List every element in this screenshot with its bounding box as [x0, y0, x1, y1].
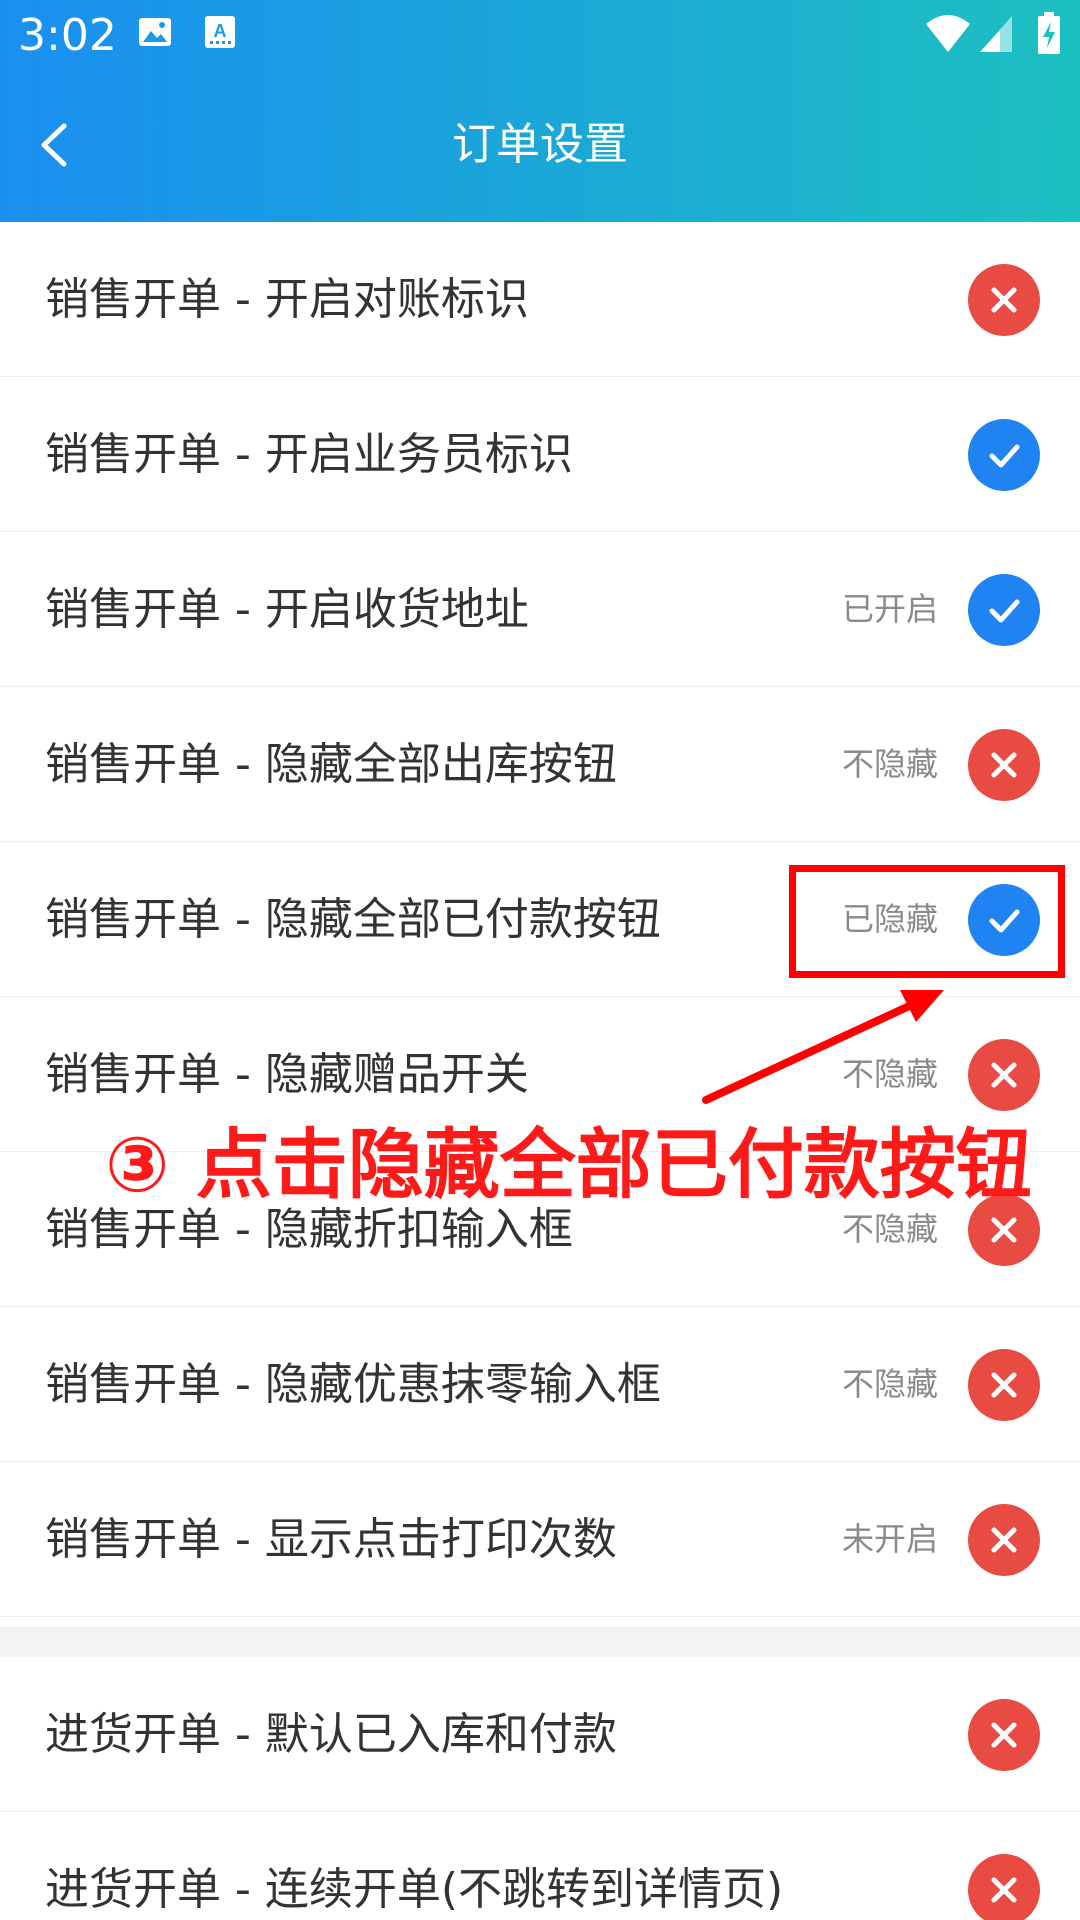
status-time: 3:02	[18, 10, 117, 61]
setting-status-text: 未开启	[841, 1520, 938, 1558]
check-icon	[989, 444, 1020, 468]
sales-setting-row[interactable]: 销售开单 - 隐藏优惠抹零输入框 不隐藏	[0, 1307, 1080, 1462]
signal-icon	[978, 14, 1014, 58]
toggle-off-button[interactable]	[968, 264, 1040, 336]
toggle-off-button[interactable]	[968, 1699, 1040, 1771]
keyboard-a-icon: A	[203, 14, 237, 54]
toggle-on-button[interactable]	[968, 419, 1040, 491]
setting-label: 进货开单 - 默认已入库和付款	[45, 1709, 617, 1760]
close-icon	[991, 752, 1017, 778]
setting-label: 销售开单 - 隐藏优惠抹零输入框	[45, 1359, 661, 1410]
setting-label: 进货开单 - 连续开单(不跳转到详情页)	[45, 1864, 784, 1915]
page-title: 订单设置	[452, 119, 628, 170]
close-icon	[991, 1372, 1017, 1398]
sales-setting-row[interactable]: 销售开单 - 开启收货地址 已开启	[0, 532, 1080, 687]
purchase-settings-list: 进货开单 - 默认已入库和付款进货开单 - 连续开单(不跳转到详情页)	[0, 1657, 1080, 1920]
close-icon	[991, 1877, 1017, 1903]
image-icon	[137, 14, 173, 54]
setting-label: 销售开单 - 隐藏全部已付款按钮	[45, 894, 661, 945]
toggle-on-button[interactable]	[968, 574, 1040, 646]
close-icon	[991, 1217, 1017, 1243]
setting-status-text: 不隐藏	[841, 745, 938, 783]
setting-status-text: 不隐藏	[841, 1365, 938, 1403]
close-icon	[991, 287, 1017, 313]
purchase-setting-row[interactable]: 进货开单 - 连续开单(不跳转到详情页)	[0, 1812, 1080, 1920]
svg-text:A: A	[214, 21, 227, 41]
sales-setting-row[interactable]: 销售开单 - 开启业务员标识	[0, 377, 1080, 532]
toggle-off-button[interactable]	[968, 1349, 1040, 1421]
sales-setting-row[interactable]: 销售开单 - 开启对账标识	[0, 222, 1080, 377]
setting-label: 销售开单 - 开启收货地址	[45, 584, 529, 635]
setting-label: 销售开单 - 开启业务员标识	[45, 429, 573, 480]
setting-label: 销售开单 - 显示点击打印次数	[45, 1514, 617, 1565]
setting-status-text: 已开启	[841, 590, 938, 628]
header-bar: 3:02 A 订单设置	[0, 0, 1080, 222]
purchase-setting-row[interactable]: 进货开单 - 默认已入库和付款	[0, 1657, 1080, 1812]
check-icon	[989, 599, 1020, 623]
section-divider	[0, 1627, 1080, 1657]
close-icon	[991, 1527, 1017, 1553]
close-icon	[991, 1722, 1017, 1748]
order-settings-screen: 3:02 A 订单设置 销售开单 - 开启对账标识 销售开单 - 开启业务员标识…	[0, 0, 1080, 1920]
sales-setting-row[interactable]: 销售开单 - 隐藏全部出库按钮 不隐藏	[0, 687, 1080, 842]
toggle-off-button[interactable]	[968, 729, 1040, 801]
annotation-text: ③ 点击隐藏全部已付款按钮	[105, 1120, 1032, 1209]
toggle-off-button[interactable]	[968, 1854, 1040, 1920]
setting-label: 销售开单 - 隐藏全部出库按钮	[45, 739, 617, 790]
toggle-off-button[interactable]	[968, 1504, 1040, 1576]
battery-charging-icon	[1036, 12, 1062, 60]
wifi-icon	[924, 12, 972, 58]
setting-label: 销售开单 - 开启对账标识	[45, 274, 529, 325]
close-icon	[991, 1062, 1017, 1088]
annotation-highlight-box	[789, 865, 1065, 978]
toggle-off-button[interactable]	[968, 1039, 1040, 1111]
sales-setting-row[interactable]: 销售开单 - 显示点击打印次数 未开启	[0, 1462, 1080, 1617]
